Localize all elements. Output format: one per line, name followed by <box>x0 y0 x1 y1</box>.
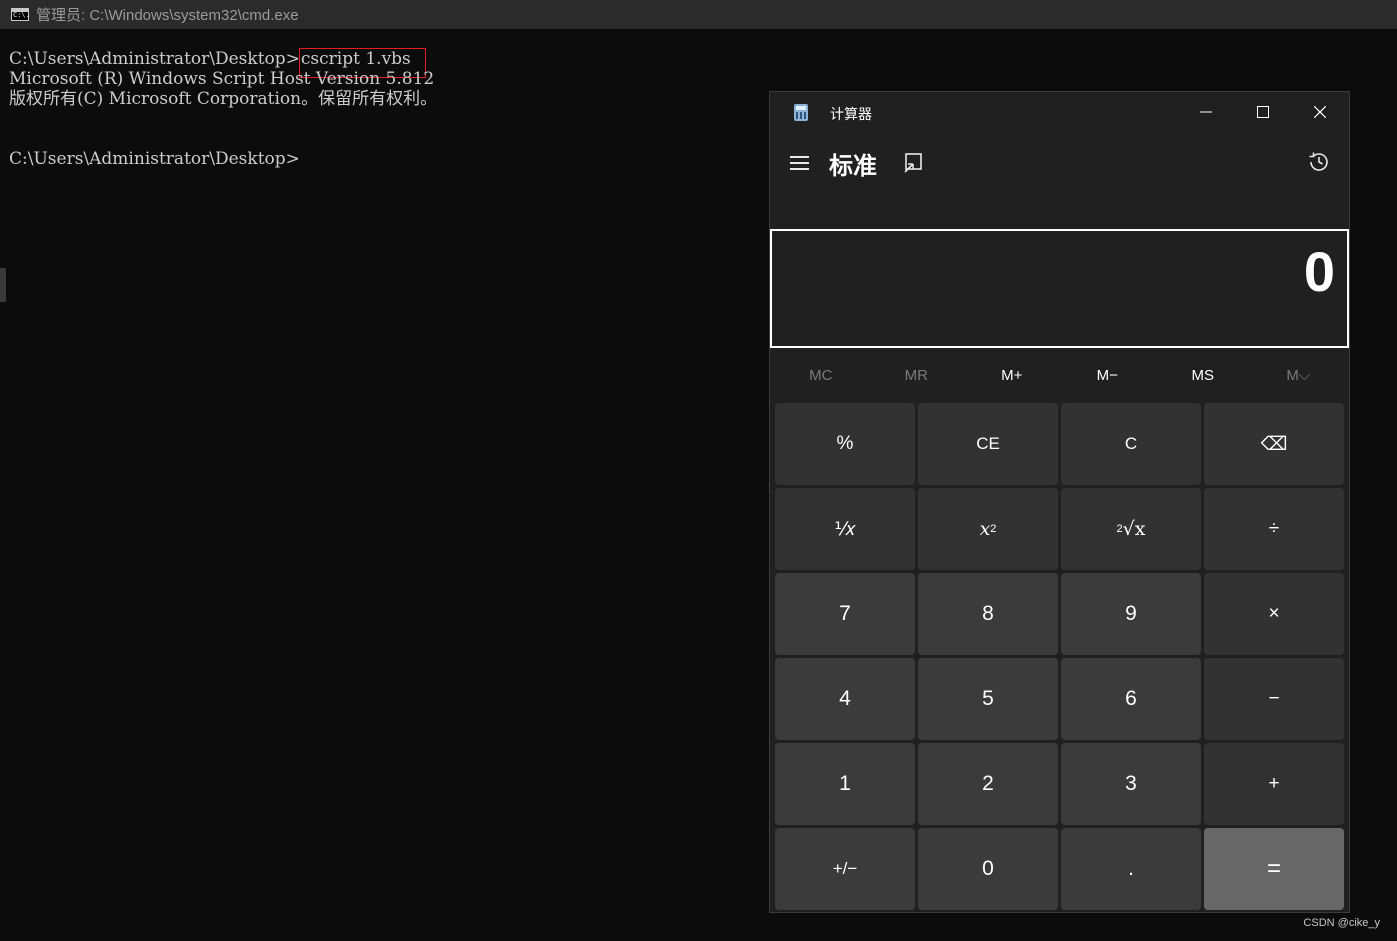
hamburger-icon-bar <box>790 162 809 164</box>
digit-5-button[interactable]: 5 <box>918 658 1058 740</box>
digit-1-button[interactable]: 1 <box>775 743 915 825</box>
digit-8-button[interactable]: 8 <box>918 573 1058 655</box>
cmd-prompt-line[interactable]: C:\Users\Administrator\Desktop> <box>9 149 300 169</box>
maximize-button[interactable] <box>1235 97 1291 127</box>
calculator-window: 计算器 标准 0 MC MR M+ M− MS M⌵ % CE C ⌫ ⅟𝑥 x… <box>769 91 1350 913</box>
negate-button[interactable]: +/− <box>775 828 915 910</box>
backspace-icon: ⌫ <box>1260 433 1288 455</box>
square-button[interactable]: x2 <box>918 488 1058 570</box>
square-base: x <box>979 518 991 540</box>
cmd-window-title: 管理员: C:\Windows\system32\cmd.exe <box>36 7 299 24</box>
add-button[interactable]: + <box>1204 743 1344 825</box>
root-body: √x <box>1122 518 1146 540</box>
maximize-icon <box>1257 106 1269 118</box>
minimize-icon <box>1200 111 1212 113</box>
minimize-button[interactable] <box>1178 97 1234 127</box>
cmd-app-icon: C:\. <box>11 8 30 21</box>
equals-button[interactable]: = <box>1204 828 1344 910</box>
cmd-prompt: C:\Users\Administrator\Desktop> <box>9 49 300 69</box>
digit-2-button[interactable]: 2 <box>918 743 1058 825</box>
cmd-line-command: C:\Users\Administrator\Desktop>cscript 1… <box>9 48 426 78</box>
calculator-header: 标准 <box>770 140 1349 190</box>
close-icon <box>1314 106 1326 118</box>
hamburger-icon <box>790 156 809 158</box>
multiply-button[interactable]: × <box>1204 573 1344 655</box>
divide-button[interactable]: ÷ <box>1204 488 1344 570</box>
mode-title: 标准 <box>829 153 877 180</box>
decimal-button[interactable]: . <box>1061 828 1201 910</box>
square-exponent: 2 <box>990 523 997 535</box>
memory-recall-button[interactable]: MR <box>869 355 965 395</box>
memory-add-button[interactable]: M+ <box>964 355 1060 395</box>
reciprocal-label: ⅟𝑥 <box>834 518 856 540</box>
hamburger-icon-bar <box>790 168 809 170</box>
calculator-app-icon <box>794 104 808 121</box>
cmd-output-line: 版权所有(C) Microsoft Corporation。保留所有权利。 <box>9 89 438 109</box>
watermark: CSDN @cike_y <box>1303 917 1380 929</box>
cmd-output-line: Microsoft (R) Windows Script Host Versio… <box>9 69 435 89</box>
calculator-titlebar[interactable]: 计算器 <box>770 92 1349 132</box>
display-value: 0 <box>1303 240 1335 303</box>
digit-4-button[interactable]: 4 <box>775 658 915 740</box>
memory-store-button[interactable]: MS <box>1155 355 1251 395</box>
subtract-button[interactable]: − <box>1204 658 1344 740</box>
memory-clear-button[interactable]: MC <box>773 355 869 395</box>
backspace-button[interactable]: ⌫ <box>1204 403 1344 485</box>
memory-list-button[interactable]: M⌵ <box>1251 355 1347 395</box>
keypad: % CE C ⌫ ⅟𝑥 x2 2 √x ÷ 7 8 9 × 4 5 6 − 1 2… <box>775 403 1346 910</box>
digit-9-button[interactable]: 9 <box>1061 573 1201 655</box>
percent-button[interactable]: % <box>775 403 915 485</box>
reciprocal-button[interactable]: ⅟𝑥 <box>775 488 915 570</box>
square-root-button[interactable]: 2 √x <box>1061 488 1201 570</box>
memory-subtract-button[interactable]: M− <box>1060 355 1156 395</box>
close-button[interactable] <box>1292 97 1348 127</box>
clear-button[interactable]: C <box>1061 403 1201 485</box>
keep-on-top-icon[interactable] <box>903 152 925 174</box>
calculator-title: 计算器 <box>830 106 872 122</box>
clear-entry-button[interactable]: CE <box>918 403 1058 485</box>
digit-3-button[interactable]: 3 <box>1061 743 1201 825</box>
digit-6-button[interactable]: 6 <box>1061 658 1201 740</box>
cmd-scroll-marker[interactable] <box>0 268 6 302</box>
digit-7-button[interactable]: 7 <box>775 573 915 655</box>
memory-row: MC MR M+ M− MS M⌵ <box>773 355 1346 395</box>
cmd-titlebar[interactable]: C:\. 管理员: C:\Windows\system32\cmd.exe <box>0 0 1397 29</box>
digit-0-button[interactable]: 0 <box>918 828 1058 910</box>
menu-button[interactable] <box>790 156 809 171</box>
history-icon[interactable] <box>1307 150 1331 174</box>
result-display[interactable]: 0 <box>770 229 1349 348</box>
